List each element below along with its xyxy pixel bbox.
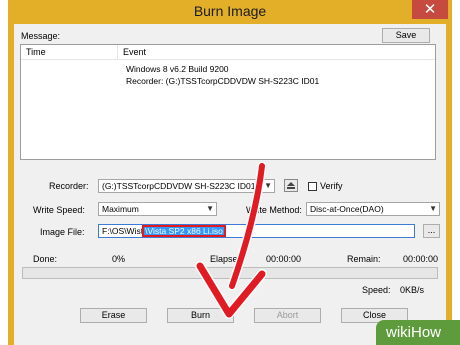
red-arrow-annotation — [195, 161, 267, 319]
wikihow-watermark: wikiHow — [376, 320, 460, 345]
watermark-text: wikiHow — [386, 324, 442, 341]
